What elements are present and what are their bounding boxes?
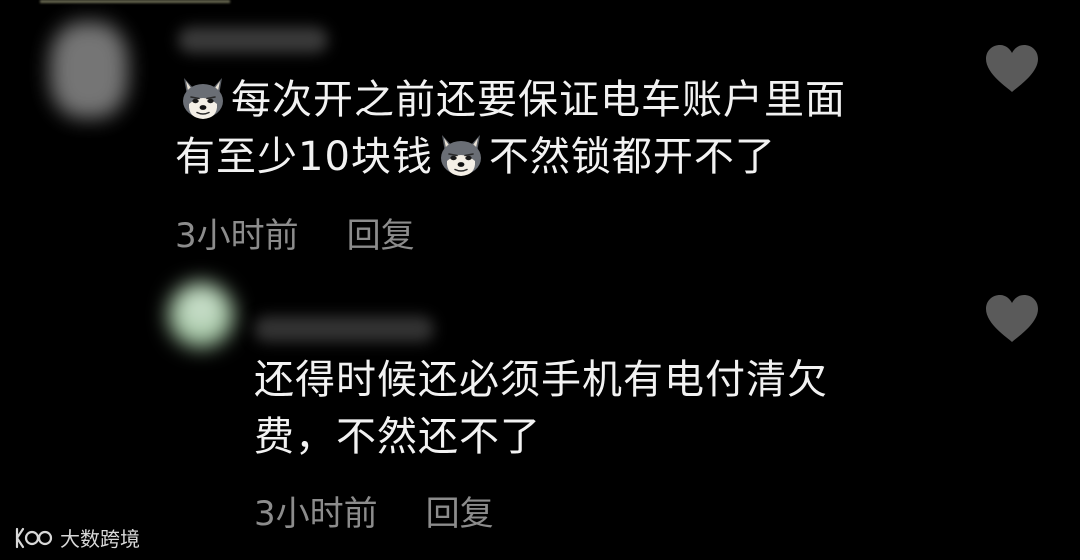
comment-line: 有至少10块钱 不然锁都开不了 xyxy=(175,129,846,186)
comment-line-text: 有至少10块钱 xyxy=(175,134,433,180)
username[interactable] xyxy=(254,316,434,342)
comment-meta: 3小时前 回复 xyxy=(175,208,415,257)
avatar[interactable] xyxy=(50,22,128,118)
husky-dog-emoji-icon xyxy=(435,131,487,179)
comment-text: 每次开之前还要保证电车账户里面 有至少10块钱 不然锁都开不了 xyxy=(175,72,846,186)
timestamp: 3小时前 xyxy=(175,216,299,256)
comment-line: 还得时候还必须手机有电付清欠 xyxy=(254,357,828,403)
watermark-text: 大数跨境 xyxy=(60,527,140,551)
dashu-kuajing-logo-icon xyxy=(15,527,53,548)
reply-button[interactable]: 回复 xyxy=(426,494,494,534)
comment-line: 每次开之前还要保证电车账户里面 xyxy=(175,72,846,129)
timestamp: 3小时前 xyxy=(254,494,378,534)
heart-icon[interactable] xyxy=(984,44,1040,94)
comment-line-text: 不然锁都开不了 xyxy=(488,134,776,180)
avatar[interactable] xyxy=(168,282,234,348)
reply-button[interactable]: 回复 xyxy=(347,216,415,256)
blurred-top-strip xyxy=(40,0,230,3)
comment-line: 费，不然还不了 xyxy=(254,414,541,460)
username[interactable] xyxy=(178,27,328,53)
comment-line-text: 每次开之前还要保证电车账户里面 xyxy=(231,77,846,123)
comment-meta: 3小时前 回复 xyxy=(254,486,494,535)
comment-text: 还得时候还必须手机有电付清欠 费，不然还不了 xyxy=(254,352,828,466)
husky-dog-emoji-icon xyxy=(177,74,229,122)
watermark: 大数跨境 xyxy=(14,523,140,552)
heart-icon[interactable] xyxy=(984,294,1040,344)
